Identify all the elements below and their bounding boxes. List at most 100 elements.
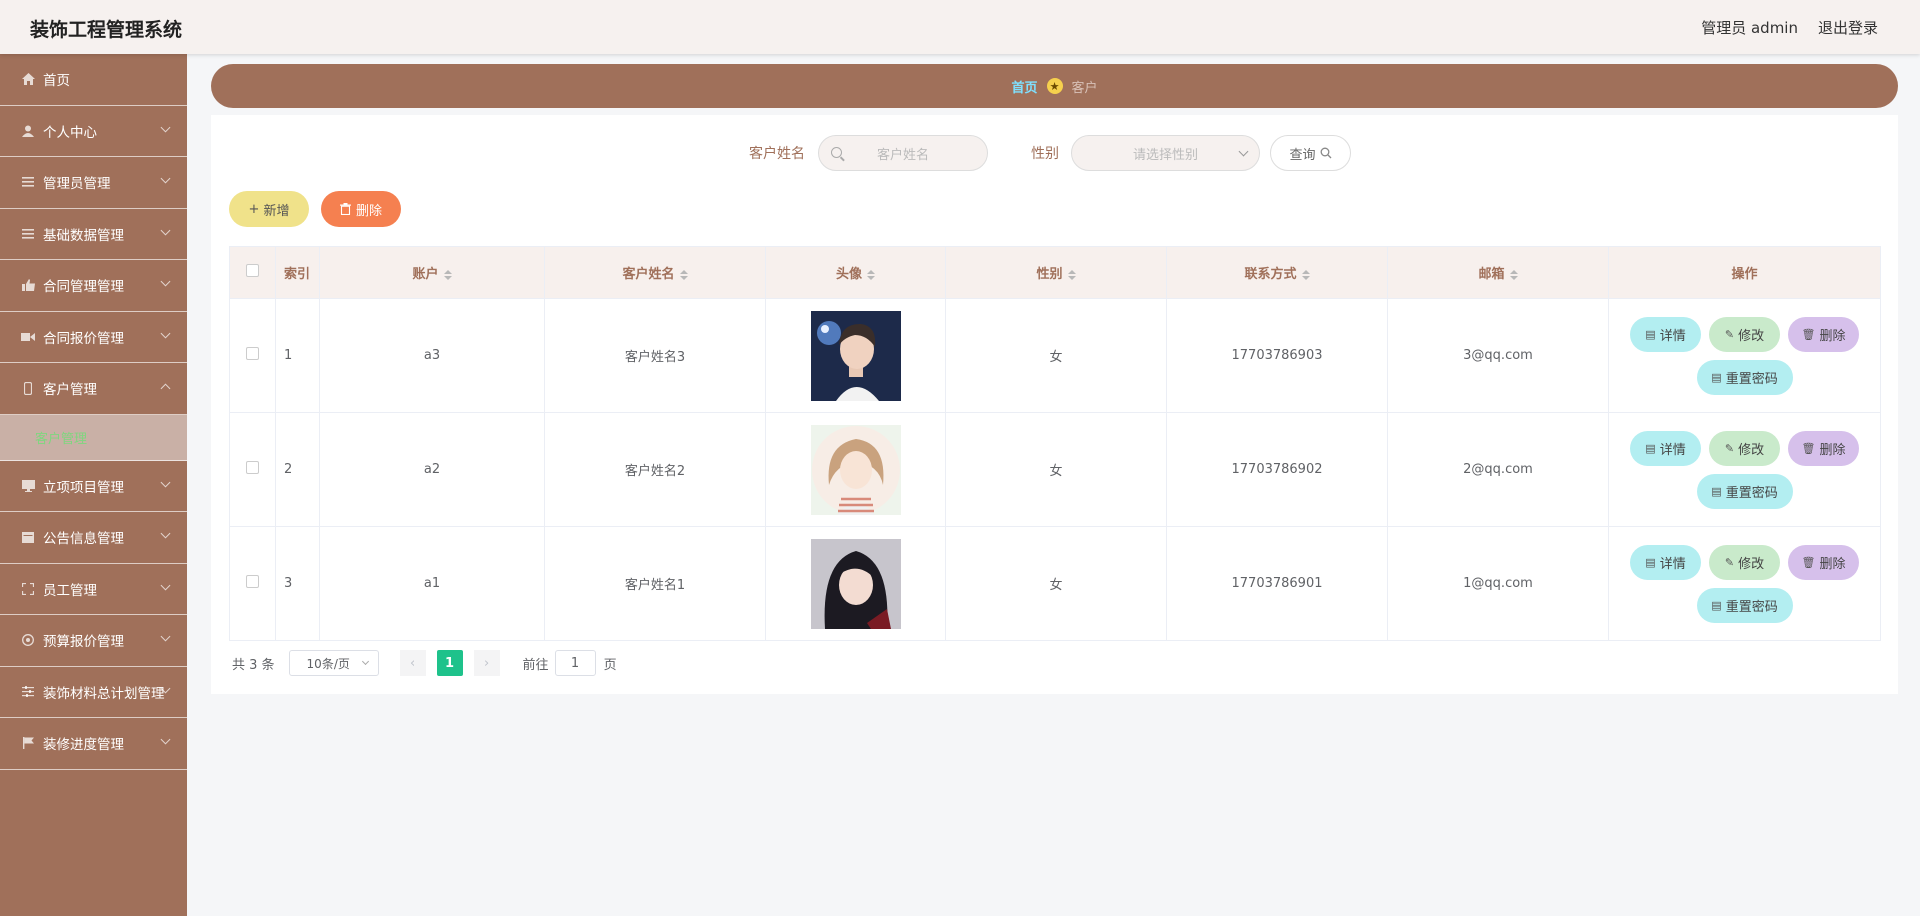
- chevron-down-icon: [160, 477, 171, 487]
- sort-icon[interactable]: [1509, 269, 1518, 280]
- sidebar-item-progress[interactable]: 装修进度管理: [0, 718, 187, 770]
- page-size-select[interactable]: 10条/页: [288, 650, 379, 676]
- sidebar-item-basic-data[interactable]: 基础数据管理: [0, 209, 187, 260]
- sidebar-item-label: 装饰材料总计划管理: [43, 685, 165, 702]
- row-account: a3: [319, 298, 545, 413]
- add-button-label: 新增: [263, 203, 290, 219]
- sidebar-item-staff[interactable]: 员工管理: [0, 564, 187, 615]
- row-avatar-cell: [765, 526, 946, 641]
- row-email: 1@qq.com: [1387, 526, 1609, 641]
- column-header-account[interactable]: 账户: [319, 246, 545, 299]
- row-phone: 17703786902: [1166, 412, 1388, 527]
- logout-link[interactable]: 退出登录: [1818, 17, 1878, 38]
- row-gender: 女: [945, 298, 1167, 413]
- sort-icon[interactable]: [679, 269, 688, 280]
- reset-password-button[interactable]: ▤ 重置密码: [1696, 587, 1793, 623]
- row-select-cell: [229, 298, 276, 413]
- select-all-checkbox[interactable]: [246, 264, 259, 277]
- row-select-cell: [229, 526, 276, 641]
- detail-button[interactable]: ▤ 详情: [1630, 430, 1701, 466]
- sidebar-item-label: 公告信息管理: [43, 531, 124, 548]
- row-email: 2@qq.com: [1387, 412, 1609, 527]
- detail-button[interactable]: ▤ 详情: [1630, 316, 1701, 352]
- delete-button-label: 删除: [1819, 328, 1846, 344]
- delete-button[interactable]: 🗑 删除: [1788, 430, 1859, 466]
- name-search-input[interactable]: 客户姓名: [818, 135, 988, 171]
- sort-icon[interactable]: [1301, 269, 1310, 280]
- delete-button-label: 删除: [1819, 442, 1846, 458]
- breadcrumb-home[interactable]: 首页: [1011, 77, 1037, 96]
- row-avatar-cell: [765, 412, 946, 527]
- sidebar-item-budget[interactable]: 预算报价管理: [0, 615, 187, 667]
- avatar[interactable]: [810, 538, 901, 629]
- table-header-row: 索引 账户 客户姓名 头像 性别 联系方式 邮箱 操作: [229, 246, 1881, 299]
- edit-button[interactable]: ✎ 修改: [1709, 544, 1780, 580]
- column-header-email[interactable]: 邮箱: [1387, 246, 1609, 299]
- row-index: 2: [275, 412, 320, 527]
- reset-password-button[interactable]: ▤ 重置密码: [1696, 473, 1793, 509]
- sidebar-item-contract-quote[interactable]: 合同报价管理: [0, 312, 187, 363]
- page-size-value: 10条/页: [306, 656, 350, 671]
- sort-icon[interactable]: [443, 269, 452, 280]
- table-row: 3 a1 客户姓名1 女 17703786901 1@qq.com ▤ 详情 ✎…: [229, 526, 1881, 641]
- add-button[interactable]: + 新增: [229, 191, 309, 227]
- sidebar-item-material[interactable]: 装饰材料总计划管理: [0, 667, 187, 718]
- sidebar-subitem-customer-manage[interactable]: 客户管理: [0, 414, 187, 461]
- row-name: 客户姓名3: [544, 298, 766, 413]
- sort-icon[interactable]: [1067, 269, 1076, 280]
- sidebar-item-project[interactable]: 立项项目管理: [0, 461, 187, 512]
- goto-label: 前往: [522, 657, 549, 673]
- chevron-down-icon: [160, 328, 171, 338]
- reset-password-label: 重置密码: [1725, 485, 1778, 501]
- thumb-icon: [21, 278, 35, 292]
- detail-button-label: 详情: [1659, 328, 1686, 344]
- trash-icon: 🗑: [1801, 441, 1816, 455]
- list-icon: [21, 175, 35, 189]
- page-number-current[interactable]: 1: [436, 650, 463, 676]
- row-checkbox[interactable]: [246, 347, 259, 360]
- sidebar-item-profile[interactable]: 个人中心: [0, 106, 187, 157]
- row-ops-cell: ▤ 详情 ✎ 修改 🗑 删除 ▤ 重置密码: [1608, 526, 1881, 641]
- chevron-down-icon: [361, 657, 369, 666]
- reset-password-label: 重置密码: [1725, 599, 1778, 615]
- avatar[interactable]: [810, 424, 901, 515]
- column-header-phone[interactable]: 联系方式: [1166, 246, 1388, 299]
- breadcrumb: 首页 ★ 客户: [211, 64, 1898, 108]
- edit-button[interactable]: ✎ 修改: [1709, 316, 1780, 352]
- user-icon: [21, 124, 35, 138]
- sidebar-item-admin[interactable]: 管理员管理: [0, 157, 187, 209]
- select-all-cell: [229, 246, 276, 299]
- reset-password-button[interactable]: ▤ 重置密码: [1696, 359, 1793, 395]
- gender-select[interactable]: 请选择性别: [1071, 135, 1260, 171]
- row-account: a1: [319, 526, 545, 641]
- edit-button[interactable]: ✎ 修改: [1709, 430, 1780, 466]
- detail-button-label: 详情: [1659, 442, 1686, 458]
- sidebar-item-home[interactable]: 首页: [0, 54, 187, 106]
- query-button[interactable]: 查询: [1270, 135, 1351, 171]
- row-checkbox[interactable]: [246, 575, 259, 588]
- delete-button[interactable]: 🗑 删除: [1788, 544, 1859, 580]
- search-icon: [1320, 147, 1331, 159]
- row-checkbox[interactable]: [246, 461, 259, 474]
- document-icon: ▤: [1645, 555, 1656, 569]
- row-gender: 女: [945, 412, 1167, 527]
- sidebar-item-contract[interactable]: 合同管理管理: [0, 260, 187, 312]
- detail-button[interactable]: ▤ 详情: [1630, 544, 1701, 580]
- goto-page-input[interactable]: 1: [554, 650, 596, 676]
- sidebar-item-notice[interactable]: 公告信息管理: [0, 512, 187, 564]
- column-header-gender[interactable]: 性别: [945, 246, 1167, 299]
- column-header-label: 头像: [835, 267, 862, 282]
- delete-button[interactable]: 🗑 删除: [1788, 316, 1859, 352]
- column-header-avatar[interactable]: 头像: [765, 246, 946, 299]
- gender-select-label: 性别: [1031, 146, 1059, 162]
- prev-page-button[interactable]: ‹: [399, 650, 426, 676]
- next-page-button[interactable]: ›: [473, 650, 500, 676]
- column-header-name[interactable]: 客户姓名: [544, 246, 766, 299]
- fullscreen-icon: [21, 582, 35, 596]
- sort-icon[interactable]: [867, 269, 875, 280]
- batch-delete-button[interactable]: 删除: [321, 191, 401, 227]
- avatar[interactable]: [810, 310, 901, 401]
- sidebar-item-customer[interactable]: 客户管理: [0, 363, 187, 415]
- chevron-down-icon: [160, 580, 171, 590]
- row-select-cell: [229, 412, 276, 527]
